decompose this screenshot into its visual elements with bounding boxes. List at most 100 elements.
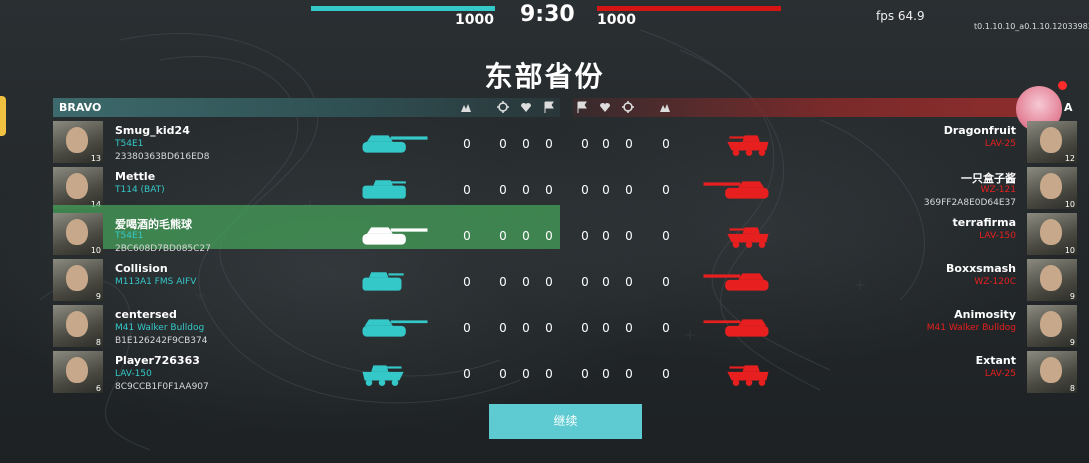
notification-dot — [1058, 81, 1067, 90]
avatar[interactable]: 10 — [53, 213, 103, 255]
stat-value: 0 — [662, 183, 670, 197]
right-team-name: A — [1064, 101, 1073, 114]
vehicle-name: LAV-25 — [984, 369, 1016, 379]
player-name: centersed — [115, 308, 177, 321]
avatar[interactable]: 9 — [53, 259, 103, 301]
stat-value: 0 — [499, 137, 507, 151]
avatar[interactable]: 9 — [1027, 305, 1077, 347]
stat-value: 0 — [522, 321, 530, 335]
stat-value: 0 — [602, 183, 610, 197]
vehicle-name: LAV-25 — [984, 139, 1016, 149]
light-tank-icon — [362, 319, 428, 337]
stat-value: 0 — [662, 229, 670, 243]
stat-value: 0 — [522, 275, 530, 289]
vehicle-name: T54E1 — [115, 231, 144, 241]
player-level: 10 — [1064, 246, 1075, 255]
avatar[interactable]: 14 — [53, 167, 103, 209]
stat-value: 0 — [545, 275, 553, 289]
light-tank-icon — [703, 319, 769, 337]
vehicle-name: M41 Walker Bulldog — [115, 323, 205, 333]
player-name: Player726363 — [115, 354, 200, 367]
left-team-health-bar — [311, 6, 495, 11]
player-level: 9 — [95, 292, 101, 301]
player-name: Smug_kid24 — [115, 124, 190, 137]
stat-value: 0 — [463, 229, 471, 243]
stat-value: 0 — [522, 183, 530, 197]
vehicle-name: LAV-150 — [115, 369, 152, 379]
stat-value: 0 — [545, 183, 553, 197]
stat-value: 0 — [662, 137, 670, 151]
stat-value: 0 — [662, 275, 670, 289]
kills-icon — [660, 104, 670, 112]
player-level: 10 — [90, 246, 101, 255]
stat-value: 0 — [545, 367, 553, 381]
vehicle-name: M41 Walker Bulldog — [926, 323, 1016, 333]
continue-button[interactable]: 继续 — [489, 404, 642, 439]
match-timer: 9:30 — [520, 2, 575, 27]
medium-tank-icon — [362, 227, 428, 245]
player-level: 6 — [95, 384, 101, 393]
stat-value: 0 — [463, 367, 471, 381]
player-id: 2BC608D7BD085C27 — [115, 244, 211, 254]
stat-value: 0 — [581, 229, 589, 243]
stat-value: 0 — [625, 183, 633, 197]
player-name: Extant — [975, 354, 1016, 367]
stat-value: 0 — [602, 229, 610, 243]
player-name: Collision — [115, 262, 168, 275]
stat-value: 0 — [545, 321, 553, 335]
vehicle-name: T54E1 — [115, 139, 144, 149]
avatar[interactable]: 8 — [1027, 351, 1077, 393]
stat-value: 0 — [499, 367, 507, 381]
player-level: 8 — [95, 338, 101, 347]
stat-value: 0 — [463, 137, 471, 151]
player-name: 一只盒子酱 — [961, 172, 1016, 185]
stat-value: 0 — [625, 275, 633, 289]
player-id: 369FF2A8E0D64E37 — [923, 198, 1016, 208]
avatar[interactable]: 12 — [1027, 121, 1077, 163]
flag-icon — [577, 101, 587, 113]
map-title: 东部省份 — [484, 60, 605, 93]
player-name: Boxxsmash — [946, 262, 1016, 275]
player-id: 8C9CCB1F0F1AA907 — [115, 382, 209, 392]
target-icon — [497, 101, 509, 113]
avatar[interactable]: 10 — [1027, 167, 1077, 209]
avatar[interactable]: 10 — [1027, 213, 1077, 255]
fps-counter: fps 64.9 — [876, 9, 925, 23]
stat-value: 0 — [581, 183, 589, 197]
avatar[interactable]: 6 — [53, 351, 103, 393]
medium-tank-icon — [703, 273, 769, 291]
stat-value: 0 — [602, 275, 610, 289]
stat-value: 0 — [602, 321, 610, 335]
stat-value: 0 — [499, 275, 507, 289]
stat-value: 0 — [499, 229, 507, 243]
right-team-health-bar — [597, 6, 781, 11]
player-name: Animosity — [954, 308, 1016, 321]
heart-icon — [521, 103, 531, 112]
player-id: 23380363BD616ED8 — [115, 152, 210, 162]
player-name: 爱喝酒的毛熊球 — [115, 218, 192, 231]
player-name: Mettle — [115, 170, 156, 183]
stat-value: 0 — [545, 137, 553, 151]
stat-value: 0 — [625, 367, 633, 381]
vehicle-name: T114 (BAT) — [115, 185, 165, 195]
vehicle-name: WZ-121 — [980, 185, 1016, 195]
right-team-header — [573, 98, 1043, 117]
left-team-score: 1000 — [455, 12, 494, 28]
stat-value: 0 — [625, 321, 633, 335]
player-level: 13 — [90, 154, 101, 163]
version-string: t0.1.10.10_a0.1.10.12033983 — [974, 22, 1089, 31]
stat-value: 0 — [625, 137, 633, 151]
kills-icon — [461, 104, 471, 112]
avatar[interactable]: 8 — [53, 305, 103, 347]
vehicle-name: M113A1 FMS AIFV — [115, 277, 197, 287]
wheeled-apc-icon — [727, 227, 769, 248]
stat-value: 0 — [499, 183, 507, 197]
avatar[interactable]: 9 — [1027, 259, 1077, 301]
stat-value: 0 — [522, 367, 530, 381]
wheeled-apc-icon — [727, 135, 769, 156]
side-badge-icon[interactable] — [0, 96, 6, 136]
avatar[interactable]: 13 — [53, 121, 103, 163]
medium-tank-icon — [703, 181, 769, 199]
stat-value: 0 — [581, 321, 589, 335]
left-team-header — [53, 98, 560, 117]
